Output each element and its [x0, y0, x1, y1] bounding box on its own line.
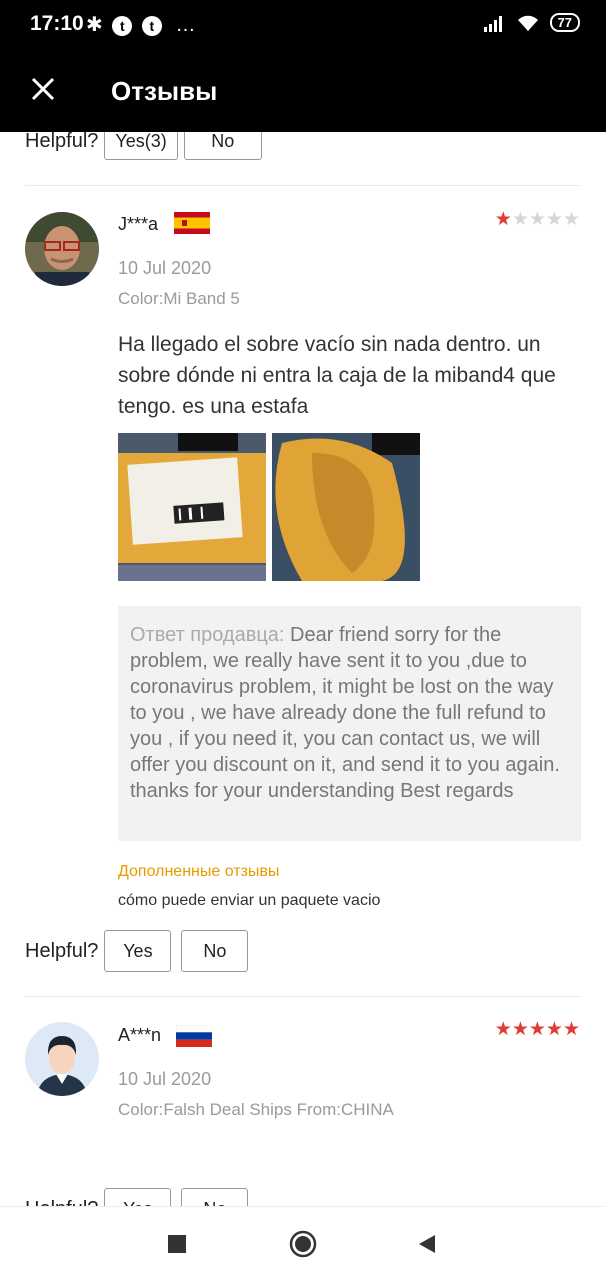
spain-flag-icon [174, 212, 210, 234]
star-icon: ★ [545, 209, 563, 230]
rating-stars: ★★★★★ [495, 1018, 580, 1041]
reviewer-name: A***n [118, 1025, 162, 1045]
helpful-row: Helpful? Yes No [25, 1188, 249, 1207]
avatar [25, 1022, 99, 1096]
reviews-list[interactable]: Helpful? Yes(3) No J***a ★★★★★ 10 Jul 20… [0, 132, 606, 1206]
close-icon[interactable] [30, 74, 56, 108]
review-color: Color:Mi Band 5 [118, 289, 240, 308]
signal-icon [483, 15, 502, 32]
review-date: 10 Jul 2020 [118, 258, 212, 278]
additional-review-text: cómo puede enviar un paquete vacio [118, 892, 381, 909]
additional-review-label: Дополненные отзывы [118, 863, 280, 880]
status-time: 17:10 [30, 12, 84, 35]
review-photo[interactable] [272, 433, 420, 581]
divider [25, 185, 581, 186]
rating-stars: ★★★★★ [495, 208, 580, 231]
app-t-icon: t [141, 16, 162, 36]
helpful-yes-button[interactable]: Yes [104, 1188, 172, 1206]
star-icon: ★ [528, 209, 546, 230]
review-text: Ha llegado el sobre vacío sin nada dentr… [118, 333, 556, 418]
star-icon: ★ [511, 1019, 529, 1040]
helpful-yes-button[interactable]: Yes [104, 930, 172, 972]
divider [25, 996, 581, 997]
star-icon: ★ [562, 209, 580, 230]
bluetooth-icon: ✱ [86, 14, 103, 36]
helpful-no-button[interactable]: No [183, 132, 262, 160]
avatar [25, 212, 99, 286]
star-icon: ★ [511, 209, 529, 230]
seller-reply-label: Ответ продавца: [130, 624, 285, 646]
app-t-icon: t [112, 16, 133, 36]
helpful-row: Helpful? Yes No [25, 930, 249, 972]
helpful-no-button[interactable]: No [181, 930, 249, 972]
helpful-label: Helpful? [25, 1198, 98, 1207]
russia-flag-icon [175, 1024, 213, 1047]
helpful-label: Helpful? [25, 939, 99, 962]
star-icon: ★ [545, 1019, 563, 1040]
system-nav-bar [0, 1206, 606, 1281]
seller-reply-text: Dear friend sorry for the problem, we re… [130, 624, 560, 802]
stop-icon[interactable] [168, 1235, 186, 1258]
status-notification-icons: ✱ t t … [86, 12, 195, 37]
battery-indicator: 77 [549, 13, 580, 32]
wifi-icon [517, 15, 538, 31]
more-dots-icon: … [175, 14, 196, 36]
reviewer-name: J***a [118, 214, 159, 234]
helpful-yes-button[interactable]: Yes(3) [104, 132, 178, 160]
home-icon[interactable] [289, 1230, 317, 1263]
status-bar: 17:10 ✱ t t … 77 [0, 0, 606, 50]
seller-reply: Ответ продавца: Dear friend sorry for th… [118, 606, 581, 841]
review-date: 10 Jul 2020 [118, 1069, 212, 1089]
helpful-row: Helpful? Yes(3) No [25, 132, 262, 160]
star-icon: ★ [494, 1019, 512, 1040]
helpful-label: Helpful? [25, 132, 99, 152]
star-icon: ★ [528, 1019, 546, 1040]
star-icon: ★ [562, 1019, 580, 1040]
star-icon: ★ [494, 209, 512, 230]
helpful-no-button[interactable]: No [181, 1188, 249, 1206]
page-title: Отзывы [111, 76, 218, 106]
back-icon[interactable] [417, 1234, 437, 1259]
app-bar: Отзывы [0, 50, 606, 132]
review-photo[interactable] [118, 433, 266, 581]
review-color: Color:Falsh Deal Ships From:CHINA [118, 1100, 394, 1119]
